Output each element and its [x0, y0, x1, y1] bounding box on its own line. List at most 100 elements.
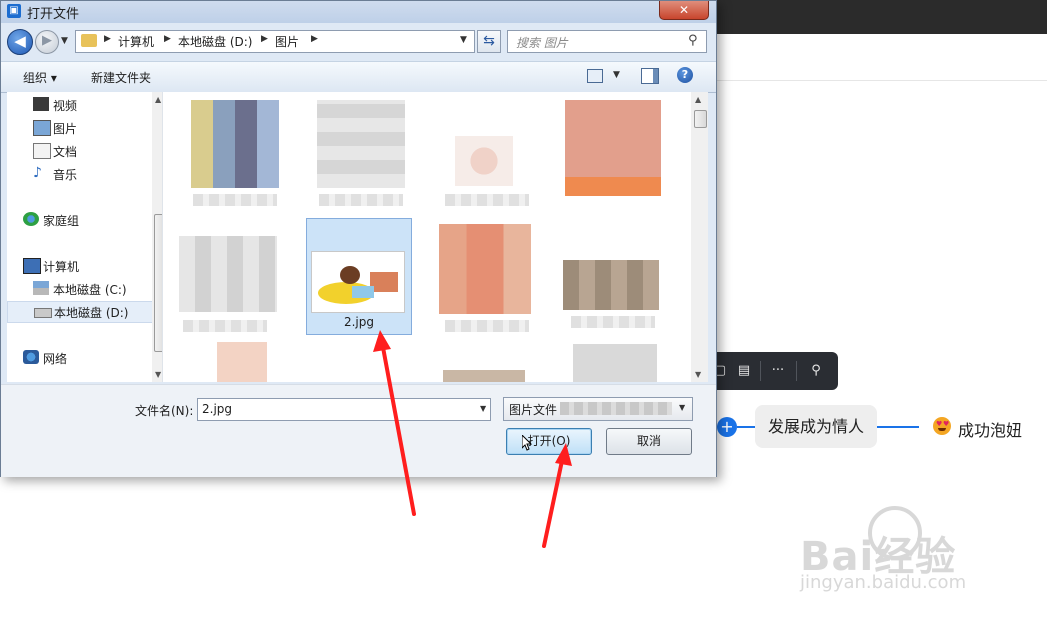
- view-options-icon[interactable]: [587, 69, 603, 83]
- nav-item-label: 音乐: [53, 168, 78, 182]
- nav-item-label: 图片: [53, 122, 78, 136]
- background-divider: [715, 80, 1047, 81]
- scroll-up-arrow-icon[interactable]: ▲: [155, 95, 161, 104]
- chevron-down-icon[interactable]: ▼: [480, 404, 486, 413]
- watermark-url: jingyan.baidu.com: [800, 572, 967, 593]
- chevron-right-icon[interactable]: ▶: [104, 34, 111, 44]
- command-bar: 组织 ▾ 新建文件夹 ▼ ?: [1, 61, 716, 93]
- pin-icon[interactable]: ⚲: [806, 362, 826, 380]
- mouse-cursor-icon: [522, 435, 532, 451]
- file-scrollbar[interactable]: ▲ ▼: [691, 92, 708, 382]
- toolbar-separator: [760, 361, 761, 381]
- scroll-thumb[interactable]: [694, 110, 707, 128]
- add-node-button[interactable]: +: [717, 417, 737, 437]
- image-thumbnail: [563, 260, 659, 310]
- nav-item-label: 计算机: [43, 260, 80, 274]
- drive-c-icon: [33, 281, 49, 295]
- organize-menu[interactable]: 组织 ▾: [23, 69, 57, 86]
- note-icon[interactable]: ▤: [734, 362, 754, 380]
- address-bar[interactable]: ▶ 计算机 ▶ 本地磁盘 (D:) ▶ 图片 ▶ ▼: [75, 30, 475, 53]
- computer-icon: [23, 258, 41, 274]
- cancel-button[interactable]: 取消: [606, 428, 692, 455]
- image-thumbnail: [179, 236, 277, 312]
- blurred-filename: [319, 194, 403, 206]
- chevron-right-icon[interactable]: ▶: [261, 34, 268, 44]
- drive-d-icon: [34, 308, 52, 318]
- breadcrumb-drive-d[interactable]: 本地磁盘 (D:): [178, 33, 252, 50]
- nav-item-drive-d[interactable]: 本地磁盘 (D:): [7, 301, 162, 323]
- floating-toolbar: ▢ ▤ ··· ⚲: [706, 352, 838, 390]
- file-item[interactable]: [435, 220, 539, 335]
- video-icon: [33, 97, 49, 111]
- scroll-down-arrow-icon[interactable]: ▼: [155, 370, 161, 379]
- file-item[interactable]: [309, 96, 413, 211]
- nav-item-drive-c[interactable]: 本地磁盘 (C:): [33, 279, 162, 299]
- history-dropdown-icon[interactable]: ▼: [61, 36, 68, 46]
- image-thumbnail: [455, 136, 513, 186]
- nav-item-label: 视频: [53, 99, 78, 113]
- nav-item-homegroup[interactable]: 家庭组: [23, 210, 162, 230]
- dialog-title-bar[interactable]: ▣ 打开文件 ✕: [1, 1, 716, 23]
- scroll-thumb[interactable]: [154, 214, 162, 352]
- file-item[interactable]: [561, 96, 665, 211]
- connector-line: [877, 426, 919, 428]
- illustration-books: [370, 272, 398, 292]
- chevron-right-icon[interactable]: ▶: [164, 34, 171, 44]
- folder-icon: [81, 34, 97, 47]
- blurred-filename: [193, 194, 277, 206]
- partial-thumbnail: [443, 370, 525, 382]
- preview-pane-icon[interactable]: [641, 68, 659, 84]
- search-input[interactable]: 搜索 图片 ⚲: [507, 30, 707, 53]
- partial-thumbnail: [573, 344, 657, 382]
- scroll-down-arrow-icon[interactable]: ▼: [695, 370, 701, 379]
- nav-item-network[interactable]: 网络: [23, 348, 162, 368]
- search-icon[interactable]: ⚲: [688, 33, 698, 48]
- address-dropdown-icon[interactable]: ▼: [460, 35, 467, 45]
- filetype-select[interactable]: 图片文件 ▼: [503, 397, 693, 421]
- nav-item-video[interactable]: 视频: [33, 95, 162, 115]
- more-icon[interactable]: ···: [768, 362, 788, 380]
- image-thumbnail: [565, 100, 661, 196]
- navigation-bar: ◀ ▶ ▼ ▶ 计算机 ▶ 本地磁盘 (D:) ▶ 图片 ▶ ▼ ⇆ 搜索 图片…: [1, 23, 716, 61]
- file-item[interactable]: [183, 96, 287, 211]
- nav-item-documents[interactable]: 文档: [33, 141, 162, 161]
- breadcrumb-pictures[interactable]: 图片: [275, 33, 299, 50]
- music-icon: ♪: [33, 165, 42, 181]
- file-item[interactable]: [173, 220, 277, 335]
- scroll-up-arrow-icon[interactable]: ▲: [695, 95, 701, 104]
- mindmap-child-node[interactable]: 成功泡妞: [958, 417, 1022, 441]
- illustration-book: [352, 286, 374, 298]
- filename-input[interactable]: 2.jpg ▼: [197, 398, 491, 421]
- search-placeholder: 搜索 图片: [516, 36, 568, 50]
- help-icon[interactable]: ?: [677, 67, 693, 83]
- blurred-filetype-extensions: [560, 402, 672, 415]
- navigation-pane: 视频 图片 文档 ♪ 音乐 家庭组 计算机 本地磁盘 (C:) 本地磁盘 (D:: [7, 92, 163, 382]
- breadcrumb-computer[interactable]: 计算机: [118, 33, 154, 50]
- view-dropdown-icon[interactable]: ▼: [613, 70, 620, 80]
- nav-item-label: 家庭组: [43, 214, 80, 228]
- mindmap-node[interactable]: 发展成为情人: [755, 405, 877, 448]
- nav-item-label: 文档: [53, 145, 78, 159]
- illustration-head: [340, 266, 360, 284]
- nav-item-label: 本地磁盘 (C:): [53, 283, 127, 297]
- back-arrow-icon[interactable]: ◀: [7, 29, 33, 55]
- nav-item-computer[interactable]: 计算机: [23, 256, 162, 276]
- chevron-right-icon[interactable]: ▶: [311, 34, 318, 44]
- new-folder-button[interactable]: 新建文件夹: [91, 69, 151, 86]
- nav-item-pictures[interactable]: 图片: [33, 118, 162, 138]
- image-thumbnail: [317, 100, 405, 188]
- nav-scrollbar[interactable]: ▲ ▼: [152, 92, 162, 382]
- file-item-selected[interactable]: 2.jpg: [306, 218, 412, 335]
- forward-arrow-icon[interactable]: ▶: [35, 30, 59, 54]
- filename-label: 文件名(N):: [135, 404, 194, 418]
- heart-eyes-emoji-icon: ♥ ♥: [933, 417, 951, 435]
- nav-item-label: 网络: [43, 352, 68, 366]
- file-item[interactable]: [435, 96, 539, 211]
- chevron-down-icon[interactable]: ▼: [679, 403, 685, 412]
- picture-icon: [33, 120, 51, 136]
- open-button[interactable]: 打开(O): [506, 428, 592, 455]
- dialog-footer: 文件名(N): 2.jpg ▼ 图片文件 ▼ 打开(O) 取消: [1, 384, 716, 477]
- refresh-icon[interactable]: ⇆: [477, 30, 501, 53]
- nav-item-music[interactable]: ♪ 音乐: [33, 164, 162, 184]
- close-button[interactable]: ✕: [659, 1, 709, 20]
